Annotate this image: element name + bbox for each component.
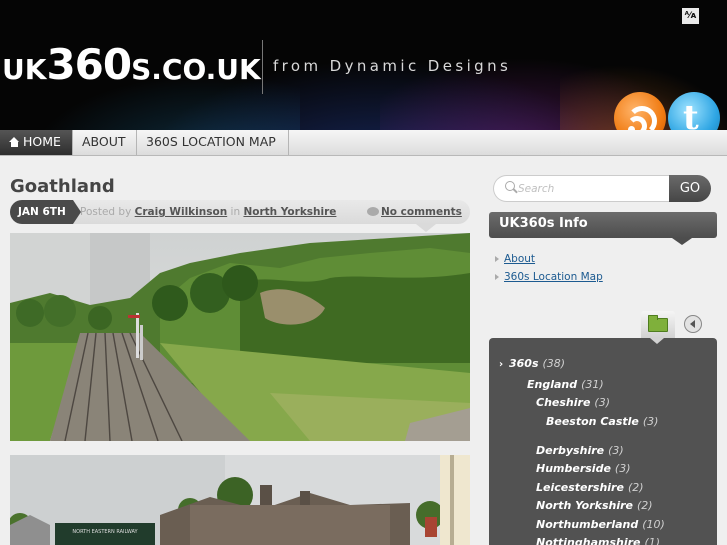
nav-item-about[interactable]: ABOUT	[73, 130, 137, 155]
in-label: in	[230, 206, 241, 218]
category-item[interactable]: Leicestershire (2)	[536, 481, 644, 494]
search-input[interactable]	[518, 177, 666, 200]
chevron-right-icon: ›	[499, 359, 504, 370]
category-item[interactable]: England (31)	[527, 378, 604, 391]
comments-link[interactable]: No comments	[381, 206, 462, 218]
author-link[interactable]: Craig Wilkinson	[135, 206, 228, 218]
widget-title: UK360s Info	[489, 212, 717, 238]
nav-item-location-map[interactable]: 360S LOCATION MAP	[137, 130, 289, 155]
tab-pointer	[650, 338, 664, 344]
nav-label: ABOUT	[82, 134, 126, 149]
search-icon	[505, 181, 515, 191]
category-link[interactable]: North Yorkshire	[243, 206, 336, 218]
category-item[interactable]: Nottinghamshire (1)	[536, 536, 660, 545]
post-panorama-image[interactable]	[10, 233, 470, 441]
search-go-button[interactable]: GO	[669, 175, 711, 202]
logo-main: 360	[46, 40, 132, 89]
post-meta: Posted by Craig Wilkinson in North Yorks…	[80, 206, 336, 218]
sidebar-link-about[interactable]: About	[504, 253, 535, 265]
category-item[interactable]: Humberside (3)	[536, 462, 631, 475]
station-sign-text: NORTH EASTERN RAILWAY	[72, 529, 138, 535]
tagline-divider	[262, 40, 263, 94]
logo-suffix: s.co.uk	[131, 53, 261, 86]
home-icon	[9, 137, 20, 147]
bullet-arrow-icon	[495, 274, 499, 280]
site-logo[interactable]: UK360s.co.uk	[2, 40, 261, 89]
nav-label: HOME	[23, 134, 61, 149]
post-date: JAN 6TH	[10, 200, 81, 224]
sidebar-link-location-map[interactable]: 360s Location Map	[504, 271, 603, 283]
widget-title-pointer	[672, 238, 692, 245]
folder-icon	[648, 315, 668, 332]
comment-bubble-icon	[367, 207, 379, 216]
site-tagline: from Dynamic Designs	[273, 57, 512, 75]
meta-bar-pointer	[416, 224, 436, 232]
main-nav: HOME ABOUT 360S LOCATION MAP	[0, 130, 727, 156]
category-item[interactable]: Derbyshire (3)	[536, 444, 624, 457]
post-title[interactable]: Goathland	[10, 176, 115, 197]
nav-label: 360S LOCATION MAP	[146, 134, 276, 149]
nav-item-home[interactable]: HOME	[0, 130, 73, 155]
recent-posts-icon[interactable]	[684, 315, 702, 333]
category-item[interactable]: Cheshire (3)	[536, 396, 610, 409]
category-item[interactable]: Northumberland (10)	[536, 518, 665, 531]
post-station-image[interactable]: NORTH EASTERN RAILWAY	[10, 455, 470, 545]
font-size-toggle[interactable]: ᴬ⁄ᴀ	[682, 8, 699, 24]
category-item[interactable]: 360s (38)	[509, 357, 565, 370]
category-item[interactable]: Beeston Castle (3)	[546, 415, 658, 428]
posted-by-label: Posted by	[80, 206, 132, 218]
bullet-arrow-icon	[495, 256, 499, 262]
logo-prefix: UK	[2, 53, 47, 86]
category-item[interactable]: North Yorkshire (2)	[536, 499, 653, 512]
